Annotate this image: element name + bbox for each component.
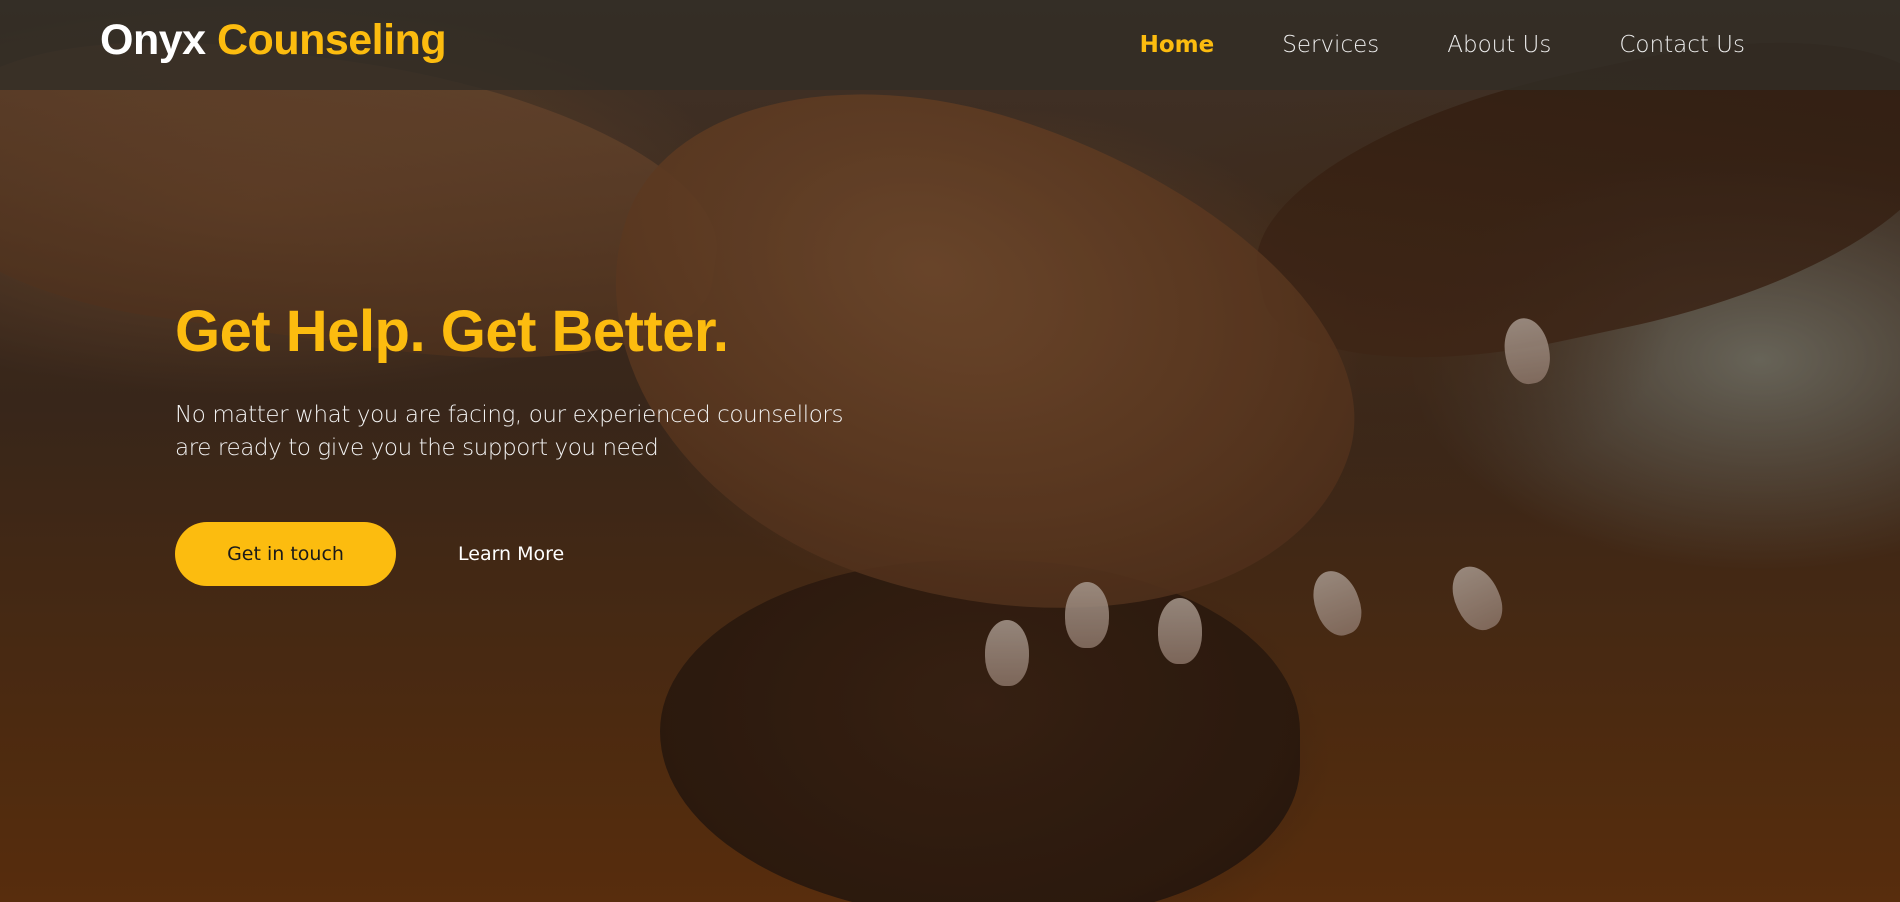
brand-name-part2: Counseling: [217, 16, 447, 64]
brand-logo[interactable]: Onyx Counseling: [100, 16, 447, 65]
hero-title: Get Help. Get Better.: [175, 299, 729, 364]
learn-more-link[interactable]: Learn More: [458, 543, 564, 565]
hero-section: Get Help. Get Better. No matter what you…: [175, 298, 1075, 586]
get-in-touch-button[interactable]: Get in touch: [175, 522, 396, 586]
nav-item-contact-us[interactable]: Contact Us: [1619, 32, 1745, 58]
nav-item-about-us[interactable]: About Us: [1447, 32, 1551, 58]
brand-name-part1: Onyx: [100, 16, 206, 64]
hero-subtitle: No matter what you are facing, our exper…: [175, 402, 844, 461]
nav-item-services[interactable]: Services: [1282, 32, 1379, 58]
landing-page: Onyx Counseling Home Services About Us C…: [0, 0, 1900, 902]
main-nav: Home Services About Us Contact Us: [1140, 32, 1745, 58]
nav-item-home[interactable]: Home: [1140, 32, 1215, 58]
hero-actions: Get in touch Learn More: [175, 522, 1075, 586]
top-navbar: Onyx Counseling Home Services About Us C…: [0, 0, 1900, 90]
